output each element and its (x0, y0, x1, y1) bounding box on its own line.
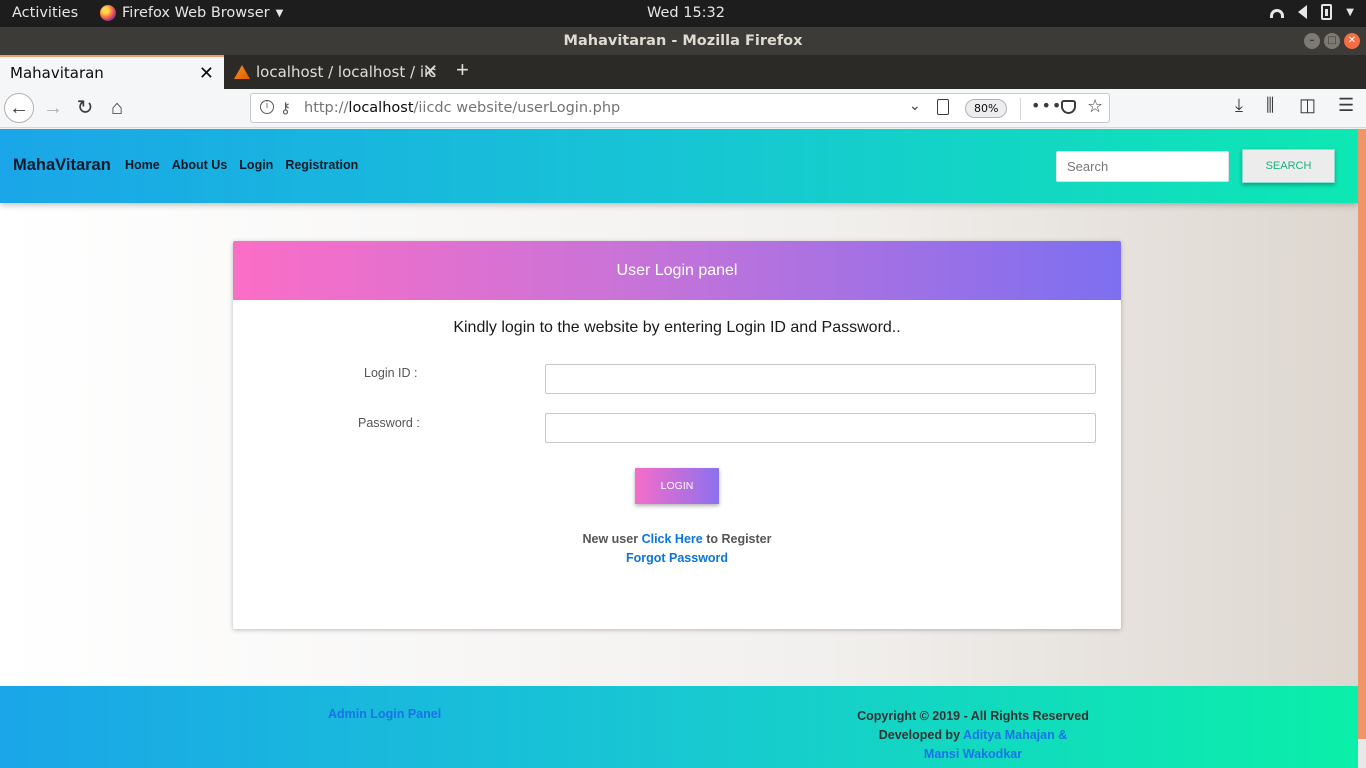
new-user-text: New user (582, 532, 639, 546)
hamburger-menu-icon[interactable]: ☰ (1338, 95, 1354, 116)
register-link[interactable]: Click Here (642, 532, 703, 546)
scrollbar-track[interactable] (1358, 739, 1366, 768)
developed-by-text: Developed by (878, 728, 961, 742)
admin-login-link[interactable]: Admin Login Panel (328, 707, 441, 721)
page-scrollbar[interactable] (1358, 129, 1366, 739)
login-links: New user Click Here to Register Forgot P… (233, 530, 1121, 568)
forgot-password-link[interactable]: Forgot Password (626, 551, 728, 565)
bookmark-star-icon[interactable]: ☆ (1087, 96, 1103, 117)
site-navbar: MahaVitaran Home About Us Login Registra… (0, 129, 1358, 203)
nav-home[interactable]: Home (125, 158, 160, 172)
window-controls: – □ ✕ (1304, 33, 1360, 49)
login-card: User Login panel Kindly login to the web… (233, 241, 1121, 629)
pocket-icon[interactable] (1061, 100, 1076, 114)
window-title-bar: Mahavitaran - Mozilla Firefox – □ ✕ (0, 27, 1366, 55)
tab-label: Mahavitaran (10, 64, 104, 82)
app-menu[interactable]: Firefox Web Browser ▼ (100, 5, 283, 21)
app-menu-label: Firefox Web Browser (122, 5, 270, 21)
chevron-down-icon[interactable]: ⌄ (909, 98, 921, 114)
site-brand[interactable]: MahaVitaran (13, 156, 111, 175)
tab-strip: Mahavitaran ✕ localhost / localhost / ii… (0, 55, 1366, 89)
login-button[interactable]: LOGIN (635, 468, 719, 504)
developer-link-2[interactable]: Mansi Wakodkar (924, 747, 1022, 761)
separator (1020, 98, 1021, 120)
nav-login[interactable]: Login (239, 158, 273, 172)
nav-registration[interactable]: Registration (285, 158, 358, 172)
back-arrow-icon[interactable]: ← (4, 93, 34, 123)
system-top-bar: Activities Firefox Web Browser ▼ Wed 15:… (0, 0, 1366, 27)
forward-arrow-icon[interactable]: → (38, 93, 68, 123)
login-instructions: Kindly login to the website by entering … (453, 319, 901, 336)
more-actions-icon[interactable]: ••• (1031, 96, 1062, 115)
tab-mahavitaran[interactable]: Mahavitaran ✕ (0, 55, 224, 89)
chevron-down-icon: ▼ (1346, 6, 1354, 18)
page-content: MahaVitaran Home About Us Login Registra… (0, 129, 1366, 768)
reader-view-icon[interactable] (937, 99, 949, 115)
new-tab-plus-icon[interactable]: + (456, 57, 469, 83)
reload-icon[interactable]: ↻ (70, 93, 100, 123)
chevron-down-icon: ▼ (275, 7, 284, 19)
url-bar[interactable]: i ⚷ http://localhost/iicdc website/userL… (250, 93, 1110, 123)
activities-button[interactable]: Activities (12, 5, 78, 21)
close-window-icon[interactable]: ✕ (1344, 33, 1360, 49)
login-id-label: Login ID : (364, 366, 418, 380)
window-title: Mahavitaran - Mozilla Firefox (563, 33, 803, 49)
info-icon[interactable]: i (260, 100, 274, 114)
site-footer: Admin Login Panel Copyright © 2019 - All… (0, 686, 1366, 768)
developer-link[interactable]: Aditya Mahajan & (963, 728, 1067, 742)
search-button[interactable]: SEARCH (1242, 149, 1335, 183)
key-icon[interactable]: ⚷ (280, 99, 291, 117)
close-tab-icon[interactable]: ✕ (423, 61, 438, 82)
zoom-level-badge[interactable]: 80% (965, 99, 1008, 118)
close-tab-icon[interactable]: ✕ (199, 63, 214, 84)
login-id-field[interactable] (545, 364, 1096, 394)
library-icon[interactable]: ⫼ (1266, 95, 1274, 116)
volume-icon (1298, 5, 1308, 19)
minimize-icon[interactable]: – (1304, 33, 1320, 49)
copyright-block: Copyright © 2019 - All Rights Reserved D… (820, 707, 1126, 764)
system-tray[interactable]: ▼ (1270, 4, 1354, 20)
sidebar-icon[interactable]: ◫ (1299, 95, 1316, 116)
nav-about-us[interactable]: About Us (172, 158, 228, 172)
password-label: Password : (358, 416, 420, 430)
firefox-icon (100, 5, 116, 21)
home-icon[interactable]: ⌂ (102, 93, 132, 123)
navigation-toolbar: ← → ↻ ⌂ i ⚷ http://localhost/iicdc websi… (0, 89, 1366, 128)
tab-phpmyadmin[interactable]: localhost / localhost / iic ✕ (226, 55, 448, 89)
phpmyadmin-icon (234, 65, 250, 79)
register-suffix-text: to Register (706, 532, 772, 546)
battery-icon (1321, 4, 1333, 20)
clock[interactable]: Wed 15:32 (647, 5, 725, 21)
downloads-icon[interactable]: ⤓ (1235, 95, 1243, 116)
tab-label: localhost / localhost / iic (256, 63, 437, 81)
copyright-text: Copyright © 2019 - All Rights Reserved (857, 709, 1089, 723)
site-menu: Home About Us Login Registration (125, 158, 358, 172)
login-card-title: User Login panel (233, 241, 1121, 300)
search-input[interactable] (1056, 151, 1229, 182)
wifi-icon (1270, 8, 1285, 18)
password-field[interactable] (545, 413, 1096, 443)
maximize-icon[interactable]: □ (1324, 33, 1340, 49)
url-text[interactable]: http://localhost/iicdc website/userLogin… (304, 100, 620, 116)
